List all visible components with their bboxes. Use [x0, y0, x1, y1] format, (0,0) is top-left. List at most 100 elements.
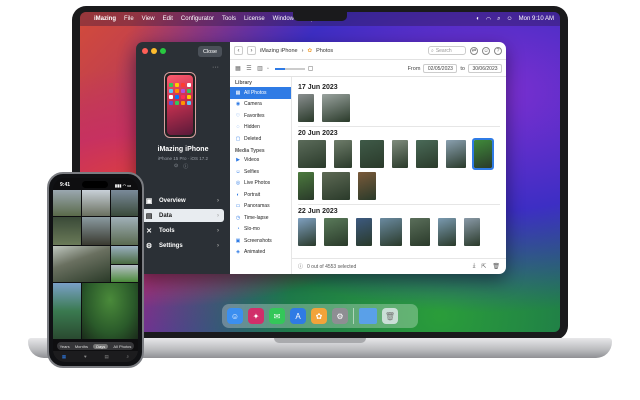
segment-months[interactable]: Months	[75, 344, 88, 349]
menu-clock[interactable]: Mon 9:10 AM	[519, 16, 554, 22]
search-icon[interactable]: ⌕	[497, 16, 500, 23]
library-item-hidden[interactable]: ◌ Hidden	[230, 122, 291, 134]
account-icon[interactable]: ☺	[482, 46, 490, 55]
grid-view-icon[interactable]: ▦	[234, 65, 242, 73]
photo-tile[interactable]	[53, 190, 81, 216]
wifi-icon[interactable]: ◠	[486, 16, 491, 23]
from-date-field[interactable]: 02/05/2023	[423, 64, 458, 73]
nav-data[interactable]: ▤ Data ›	[140, 209, 224, 222]
photo-thumbnail[interactable]	[416, 140, 438, 168]
photo-thumbnail[interactable]	[464, 218, 480, 246]
tab-search[interactable]: ⌕	[127, 354, 130, 359]
photo-thumbnail[interactable]	[298, 172, 314, 200]
nav-overview[interactable]: ▣ Overview ›	[140, 194, 224, 207]
photo-tile[interactable]	[82, 283, 138, 339]
close-window-icon[interactable]	[142, 48, 148, 54]
library-item-selfies[interactable]: ☺ Selfies	[230, 166, 291, 178]
control-icon[interactable]: ◐	[476, 16, 480, 22]
export-icon[interactable]: ⇱	[481, 263, 486, 270]
column-view-icon[interactable]: ▥	[256, 65, 264, 73]
trash-icon[interactable]: 🗑	[492, 263, 500, 270]
time-scope-segmented-control[interactable]: Years Months Days All Photos	[57, 342, 134, 350]
photo-thumbnail[interactable]	[322, 94, 350, 122]
more-icon[interactable]: ···	[212, 64, 219, 71]
menu-edit[interactable]: Edit	[163, 16, 173, 22]
breadcrumb-device[interactable]: iMazing iPhone	[260, 48, 298, 54]
photo-thumbnail[interactable]	[446, 140, 466, 168]
photo-tile[interactable]	[82, 217, 110, 245]
menu-window[interactable]: Window	[273, 16, 294, 22]
photo-tile[interactable]	[111, 265, 138, 282]
library-item-all-photos[interactable]: ▦ All Photos	[230, 87, 291, 99]
photo-thumbnail[interactable]	[356, 218, 372, 246]
photo-thumbnail[interactable]	[298, 218, 316, 246]
imazing-icon[interactable]: ✦	[248, 308, 264, 324]
user-icon[interactable]: ☺	[507, 16, 513, 22]
nav-tools[interactable]: ✕ Tools ›	[140, 224, 224, 237]
photo-thumbnail[interactable]	[298, 94, 314, 122]
to-date-field[interactable]: 30/06/2023	[468, 64, 502, 73]
zoom-in-icon[interactable]: ▢	[308, 65, 314, 72]
tab-albums[interactable]: ▤	[104, 354, 108, 360]
info-icon[interactable]: ⓘ	[183, 163, 188, 170]
segment-years[interactable]: Years	[60, 344, 70, 349]
transfer-icon[interactable]: ⇄	[470, 46, 478, 55]
menu-file[interactable]: File	[124, 16, 134, 22]
photo-tile[interactable]	[82, 190, 110, 216]
messages-icon[interactable]: ✉	[269, 308, 285, 324]
search-input[interactable]: ⌕ Search	[428, 46, 466, 55]
library-item-animated[interactable]: ◈ Animated	[230, 247, 291, 259]
photo-thumbnail[interactable]	[360, 140, 384, 168]
photo-tile[interactable]	[53, 217, 81, 245]
library-item-panoramas[interactable]: ▭ Panoramas	[230, 201, 291, 213]
library-item-camera[interactable]: ◉ Camera	[230, 99, 291, 111]
back-icon[interactable]: ‹	[234, 46, 243, 55]
photo-thumbnail[interactable]	[324, 218, 348, 246]
library-item-live-photos[interactable]: ◎ Live Photos	[230, 178, 291, 190]
library-item-portrait[interactable]: ◐ Portrait	[230, 189, 291, 201]
photo-thumbnail[interactable]	[322, 172, 350, 200]
close-button[interactable]: Close	[198, 46, 222, 57]
menu-configurator[interactable]: Configurator	[181, 16, 214, 22]
photo-thumbnail[interactable]	[410, 218, 430, 246]
photo-tile[interactable]	[111, 190, 138, 216]
menu-license[interactable]: License	[244, 16, 265, 22]
nav-settings[interactable]: ⚙ Settings ›	[140, 239, 224, 252]
library-item-favorites[interactable]: ♡ Favorites	[230, 110, 291, 122]
segment-all-photos[interactable]: All Photos	[113, 344, 131, 349]
zoom-window-icon[interactable]	[160, 48, 166, 54]
photo-thumbnail[interactable]	[392, 140, 408, 168]
finder-icon[interactable]: ☺	[227, 308, 243, 324]
photo-thumbnail[interactable]	[380, 218, 402, 246]
photo-tile[interactable]	[53, 283, 81, 339]
segment-days[interactable]: Days	[93, 343, 109, 349]
menu-app-name[interactable]: iMazing	[94, 16, 116, 22]
settings-icon[interactable]: ⚙	[332, 308, 348, 324]
photo-thumbnail[interactable]	[334, 140, 352, 168]
photo-thumbnail[interactable]	[298, 140, 326, 168]
library-item-screenshots[interactable]: ▣ Screenshots	[230, 235, 291, 247]
appstore-icon[interactable]: A	[290, 308, 306, 324]
tab-for-you[interactable]: ♥	[84, 354, 87, 359]
zoom-slider[interactable]	[274, 67, 305, 70]
photo-thumbnail[interactable]	[438, 218, 456, 246]
photo-thumbnail[interactable]	[472, 138, 494, 170]
list-view-icon[interactable]: ☰	[245, 65, 253, 73]
forward-icon[interactable]: ›	[247, 46, 256, 55]
wifi-sync-icon[interactable]: ⊙	[174, 163, 178, 170]
download-icon[interactable]: ⤓	[473, 263, 476, 270]
menu-tools[interactable]: Tools	[222, 16, 236, 22]
photo-tile[interactable]	[111, 246, 138, 264]
library-item-deleted[interactable]: ▢ Deleted	[230, 133, 291, 145]
photo-thumbnail[interactable]	[358, 172, 376, 200]
tab-library[interactable]: ▦	[62, 354, 66, 360]
zoom-out-icon[interactable]: ▫	[267, 66, 269, 72]
photo-tile[interactable]	[53, 246, 110, 282]
photo-tile[interactable]	[111, 217, 138, 245]
library-item-slo-mo[interactable]: ◔ Slo-mo	[230, 224, 291, 236]
help-icon[interactable]: ?	[494, 46, 502, 55]
downloads-folder-icon[interactable]	[359, 308, 377, 324]
trash-icon[interactable]: 🗑	[382, 308, 398, 324]
library-item-videos[interactable]: ▶ Videos	[230, 155, 291, 167]
menu-view[interactable]: View	[142, 16, 155, 22]
